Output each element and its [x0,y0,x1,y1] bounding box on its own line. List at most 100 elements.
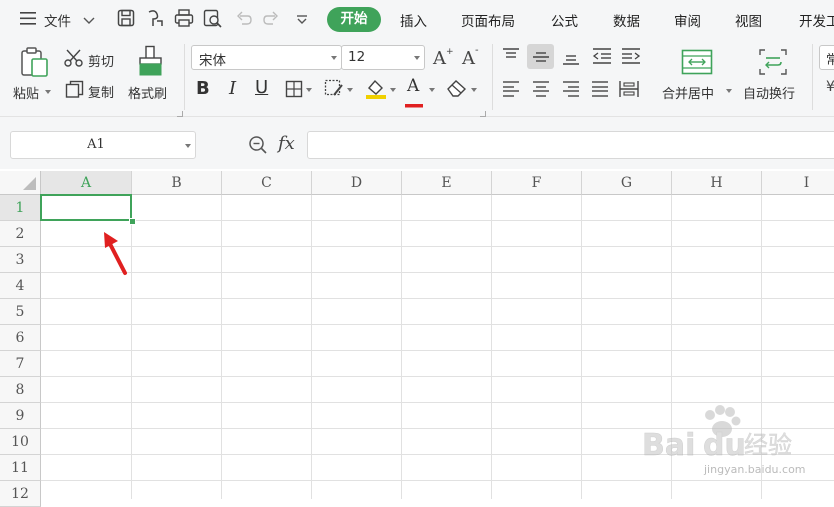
align-center-icon[interactable] [532,81,550,101]
column-header-h[interactable]: H [672,171,762,195]
paste-button-label[interactable]: 粘贴 [13,83,39,102]
paste-icon[interactable] [20,46,50,82]
decrease-font-size-icon[interactable]: A- [461,45,483,72]
column-header-e[interactable]: E [402,171,492,195]
borders-icon[interactable] [285,80,303,102]
increase-font-size-icon[interactable]: A + [432,46,454,72]
merge-center-button[interactable]: 合并居中 [662,83,714,102]
clear-eraser-icon[interactable] [446,79,468,101]
fill-style-icon[interactable] [324,79,346,103]
row-header-10[interactable]: 10 [0,429,41,455]
currency-format-button[interactable]: ¥ [826,79,834,95]
row-header-4[interactable]: 4 [0,273,41,299]
print-icon[interactable] [174,9,194,31]
wrap-text-button[interactable]: 自动换行 [743,83,795,102]
tab-home[interactable]: 开始 [327,7,381,32]
svg-text:A: A [461,48,476,68]
borders-dropdown-icon[interactable] [306,88,312,92]
fill-style-dropdown-icon[interactable] [347,88,353,92]
copy-button[interactable]: 复制 [88,82,114,101]
increase-indent-icon[interactable] [621,48,641,68]
align-top-icon[interactable] [502,48,520,66]
merge-center-dropdown-icon[interactable] [726,89,732,93]
svg-text:经验: 经验 [744,431,792,459]
number-format-select[interactable]: 常 [819,45,834,70]
row-header-5[interactable]: 5 [0,299,41,325]
column-header-b[interactable]: B [132,171,222,195]
align-middle-button[interactable] [527,44,554,69]
row-gridline [41,220,834,221]
cut-button[interactable]: 剪切 [88,51,114,70]
format-painter-button[interactable]: 格式刷 [128,83,167,102]
row-header-8[interactable]: 8 [0,377,41,403]
row-header-3[interactable]: 3 [0,247,41,273]
font-size-select[interactable]: 12 [341,45,425,70]
wrap-text-icon[interactable] [758,48,788,80]
justify-icon[interactable] [591,81,609,101]
align-right-icon[interactable] [562,81,580,101]
row-header-2[interactable]: 2 [0,221,41,247]
scissors-icon[interactable] [64,49,84,71]
export-icon[interactable] [145,9,164,32]
fill-color-icon[interactable] [365,78,387,104]
paste-dropdown-icon[interactable] [45,90,51,94]
font-name-dropdown-icon[interactable] [331,56,337,60]
undo-icon[interactable] [236,11,252,29]
copy-icon[interactable] [65,80,84,102]
align-left-icon[interactable] [502,81,520,101]
bold-button[interactable]: B [196,78,210,99]
row-header-12[interactable]: 12 [0,481,41,507]
name-box[interactable]: A1 [10,131,196,159]
font-color-button[interactable]: A [407,76,419,96]
italic-button[interactable]: I [229,78,236,99]
zoom-lookup-icon[interactable] [248,135,268,159]
font-name-select[interactable]: 宋体 [191,45,342,70]
tab-developer[interactable]: 开发工 [799,10,834,30]
save-icon[interactable] [117,9,135,31]
fill-color-dropdown-icon[interactable] [390,88,396,92]
row-header-1[interactable]: 1 [0,195,41,221]
tab-formulas[interactable]: 公式 [551,10,578,30]
tab-view[interactable]: 视图 [735,10,762,30]
name-box-dropdown-icon[interactable] [185,144,191,148]
hamburger-menu-icon[interactable] [20,12,36,25]
column-header-d[interactable]: D [312,171,402,195]
format-painter-icon[interactable] [138,45,164,81]
merge-center-icon[interactable] [681,49,713,79]
selected-cell-a1[interactable] [40,194,132,221]
insert-function-button[interactable]: fx [278,133,295,154]
row-header-9[interactable]: 9 [0,403,41,429]
distributed-align-icon[interactable] [619,80,639,102]
font-color-dropdown-icon[interactable] [429,88,435,92]
row-header-11[interactable]: 11 [0,455,41,481]
row-header-7[interactable]: 7 [0,351,41,377]
column-gridline [581,195,582,499]
column-header-g[interactable]: G [582,171,672,195]
formula-input[interactable] [307,131,834,159]
select-all-corner[interactable] [0,171,41,195]
decrease-indent-icon[interactable] [592,48,612,68]
font-size-dropdown-icon[interactable] [414,56,420,60]
svg-text:Bai: Bai [642,428,695,463]
svg-text:du: du [703,428,746,463]
column-header-i[interactable]: I [762,171,834,195]
column-header-f[interactable]: F [492,171,582,195]
tab-page-layout[interactable]: 页面布局 [461,10,515,30]
column-header-c[interactable]: C [222,171,312,195]
file-menu[interactable]: 文件 [44,10,71,30]
align-bottom-icon[interactable] [562,52,580,70]
row-gridline [41,272,834,273]
row-header-6[interactable]: 6 [0,325,41,351]
clear-dropdown-icon[interactable] [471,88,477,92]
redo-icon[interactable] [263,11,279,29]
tab-insert[interactable]: 插入 [400,10,427,30]
column-header-a[interactable]: A [41,171,132,195]
tab-data[interactable]: 数据 [613,10,640,30]
chevron-down-icon[interactable] [83,14,95,29]
tab-review[interactable]: 审阅 [674,10,701,30]
print-preview-icon[interactable] [203,9,223,32]
column-gridline [311,195,312,499]
fill-handle[interactable] [129,218,136,225]
underline-button[interactable]: U [255,77,268,98]
customize-toolbar-icon[interactable] [296,14,308,29]
